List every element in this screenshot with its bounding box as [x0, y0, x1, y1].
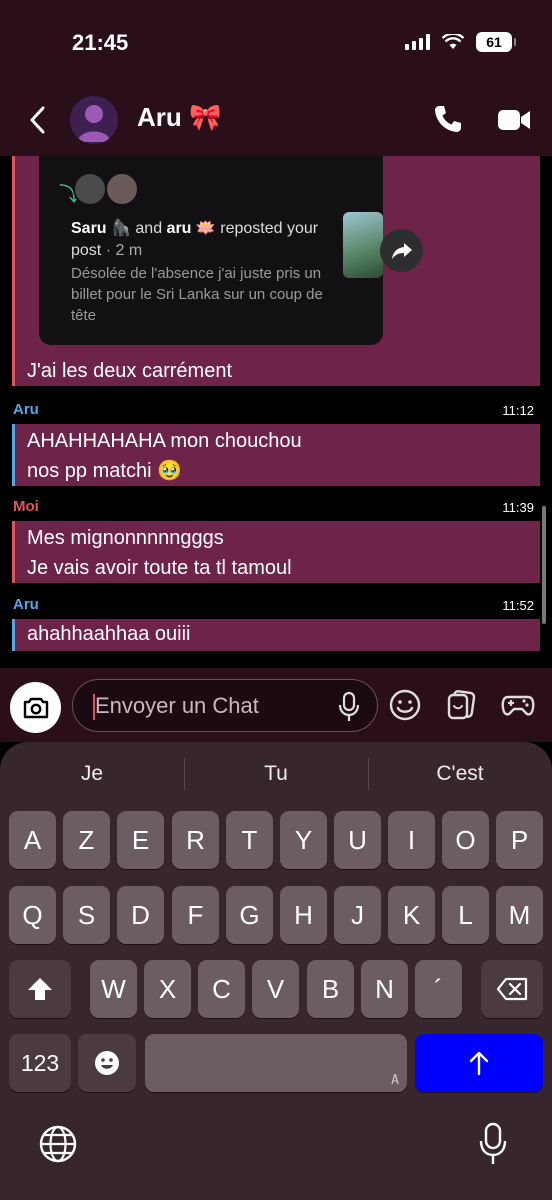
key[interactable]: D	[117, 886, 164, 944]
story-caption: Désolée de l'absence j'ai juste pris un …	[71, 265, 323, 324]
key[interactable]: L	[442, 886, 489, 944]
composer-bar: Envoyer un Chat	[0, 668, 552, 742]
emoji-icon	[95, 1051, 119, 1075]
battery-indicator: 61	[476, 32, 516, 52]
repost-info: Saru 🦍 and aru 🪷 reposted your post · 2 …	[71, 220, 319, 259]
message-time: 11:12	[502, 403, 534, 418]
space-language-hint: A	[391, 1073, 399, 1088]
message-bubble[interactable]: ahahhaahhaa ouiii	[12, 619, 540, 651]
arrow-up-icon	[469, 1051, 489, 1076]
key[interactable]: T	[226, 811, 273, 869]
suggestion-bar: Je Tu C'est	[0, 754, 552, 794]
phone-icon	[435, 106, 461, 132]
key[interactable]: N	[361, 960, 408, 1018]
suggestion[interactable]: Je	[0, 762, 184, 786]
suggestion[interactable]: C'est	[368, 762, 552, 786]
key[interactable]: J	[334, 886, 381, 944]
message-line: ahahhaahhaa ouiii	[27, 623, 191, 645]
delete-key[interactable]	[481, 960, 543, 1018]
story-thumbnail[interactable]	[343, 212, 383, 278]
key[interactable]: A	[9, 811, 56, 869]
bitmoji-silhouette-icon	[78, 105, 110, 142]
stickers-gallery-icon[interactable]	[445, 688, 479, 722]
contact-name[interactable]: Aru 🎀	[137, 102, 221, 133]
key[interactable]: V	[252, 960, 299, 1018]
forward-arrow-icon	[391, 242, 412, 259]
message-line: AHAHHAHAHA mon chouchou	[27, 430, 302, 452]
key[interactable]: E	[117, 811, 164, 869]
sender-label: Aru	[13, 401, 39, 418]
repost-avatar-2	[105, 172, 139, 206]
key[interactable]: Q	[9, 886, 56, 944]
cellular-signal-icon	[405, 34, 430, 50]
camera-icon	[23, 697, 48, 718]
chat-history[interactable]: ⤵ Saru 🦍 and aru 🪷 reposted your post · …	[0, 156, 552, 668]
microphone-icon[interactable]	[337, 691, 361, 723]
key[interactable]: M	[496, 886, 543, 944]
dictation-microphone-icon[interactable]	[478, 1122, 508, 1166]
key[interactable]: R	[172, 811, 219, 869]
camera-button[interactable]	[10, 682, 61, 733]
key[interactable]: ´	[415, 960, 462, 1018]
wifi-icon	[442, 34, 464, 49]
sender-label: Moi	[13, 498, 39, 515]
key[interactable]: G	[226, 886, 273, 944]
message-line: Je vais avoir toute ta tl tamoul	[27, 557, 292, 579]
video-camera-icon	[498, 110, 530, 130]
key[interactable]: F	[172, 886, 219, 944]
key[interactable]: S	[63, 886, 110, 944]
message-text: J'ai les deux carrément	[27, 360, 233, 382]
back-button[interactable]	[22, 100, 52, 140]
game-controller-icon[interactable]	[501, 688, 535, 722]
key[interactable]: I	[388, 811, 435, 869]
story-reply-card[interactable]: ⤵ Saru 🦍 and aru 🪷 reposted your post · …	[39, 156, 383, 345]
key[interactable]: K	[388, 886, 435, 944]
suggestion[interactable]: Tu	[184, 762, 368, 786]
message-line: Mes mignonnnnngggs	[27, 527, 224, 549]
shift-arrow-icon	[28, 978, 52, 1000]
shift-key[interactable]	[9, 960, 71, 1018]
chat-input[interactable]: Envoyer un Chat	[72, 679, 378, 732]
space-bar[interactable]: A	[145, 1034, 407, 1092]
scrollbar[interactable]	[542, 506, 546, 624]
key[interactable]: H	[280, 886, 327, 944]
key[interactable]: Z	[63, 811, 110, 869]
key[interactable]: Y	[280, 811, 327, 869]
voice-call-button[interactable]	[432, 103, 464, 135]
message-time: 11:39	[502, 500, 534, 515]
key[interactable]: X	[144, 960, 191, 1018]
key[interactable]: U	[334, 811, 381, 869]
backspace-icon	[496, 977, 528, 1001]
status-icons: 61	[405, 32, 516, 52]
story-reply-block: ⤵ Saru 🦍 and aru 🪷 reposted your post · …	[12, 156, 540, 386]
emoji-key[interactable]	[78, 1034, 136, 1092]
message-time: 11:52	[502, 598, 534, 613]
send-key[interactable]	[415, 1034, 543, 1092]
key[interactable]: C	[198, 960, 245, 1018]
chevron-left-icon	[30, 106, 45, 134]
video-call-button[interactable]	[497, 105, 531, 135]
message-bubble[interactable]: AHAHHAHAHA mon chouchou nos pp matchi 🥹	[12, 424, 540, 486]
key[interactable]: W	[90, 960, 137, 1018]
key[interactable]: P	[496, 811, 543, 869]
avatar[interactable]	[70, 96, 118, 144]
key[interactable]: B	[307, 960, 354, 1018]
share-button[interactable]	[380, 229, 423, 272]
message-bubble[interactable]: Mes mignonnnnngggs Je vais avoir toute t…	[12, 521, 540, 583]
status-time: 21:45	[72, 30, 129, 55]
chat-header: 21:45 61 Aru 🎀	[0, 0, 552, 156]
chat-input-placeholder: Envoyer un Chat	[95, 693, 259, 718]
repost-avatar-1	[73, 172, 107, 206]
key[interactable]: O	[442, 811, 489, 869]
numbers-key[interactable]: 123	[9, 1034, 71, 1092]
emoji-icon[interactable]	[388, 688, 422, 722]
sender-label: Aru	[13, 596, 39, 613]
globe-icon[interactable]	[38, 1124, 78, 1164]
message-line: nos pp matchi 🥹	[27, 460, 182, 482]
